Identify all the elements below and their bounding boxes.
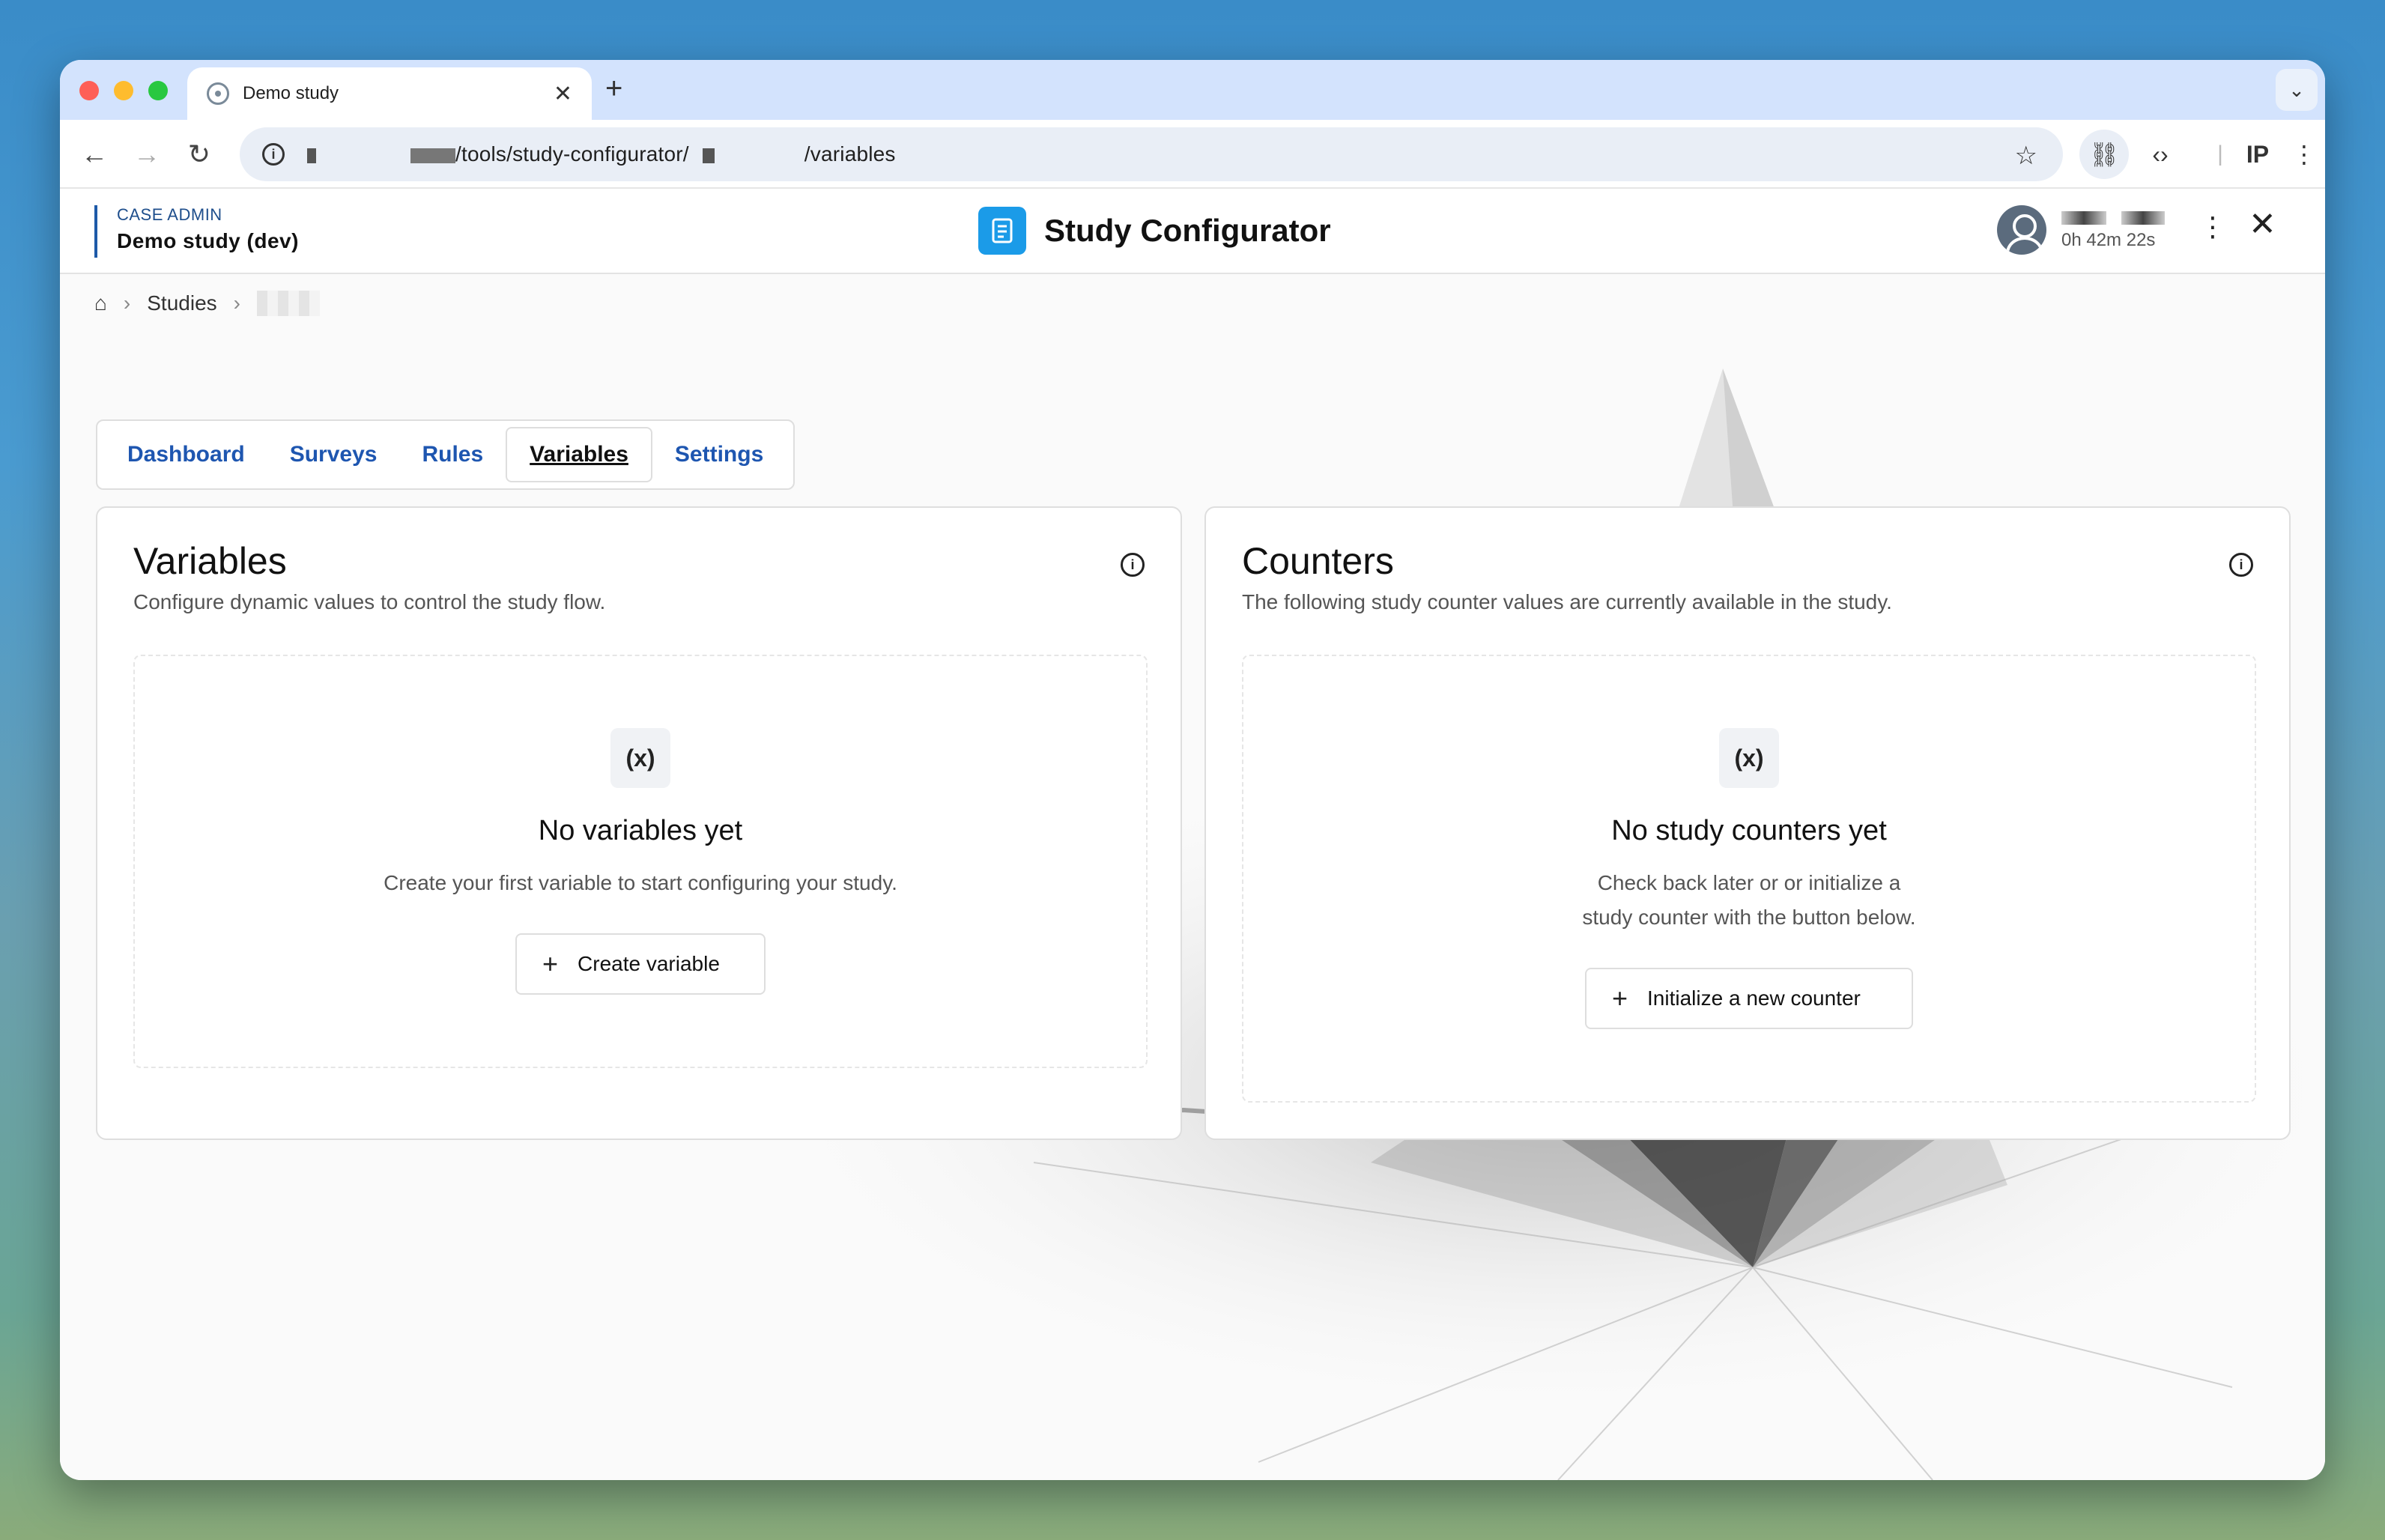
home-icon[interactable]: ⌂	[94, 291, 107, 315]
more-options-icon[interactable]: ⋮	[2199, 211, 2226, 243]
address-bar[interactable]: i /tools/study-configurator//variables ☆	[240, 127, 2063, 181]
empty-title: No study counters yet	[1611, 815, 1887, 846]
session-timer: 0h 42m 22s	[2061, 230, 2156, 250]
role-label: CASE ADMIN	[117, 205, 222, 224]
counters-title: Counters	[1242, 540, 1394, 582]
breadcrumb: ⌂ › Studies ›	[94, 291, 320, 316]
empty-title: No variables yet	[538, 815, 743, 846]
plus-icon: +	[1612, 983, 1628, 1013]
extension-icon[interactable]: IP	[2238, 135, 2277, 174]
empty-text: Create your first variable to start conf…	[384, 871, 897, 894]
tab-surveys[interactable]: Surveys	[267, 428, 400, 481]
toolbar-divider: |	[2217, 142, 2223, 166]
close-window-button[interactable]	[79, 81, 99, 100]
url-text: /tools/study-configurator//variables	[307, 142, 896, 166]
initialize-counter-button[interactable]: + Initialize a new counter	[1585, 968, 1913, 1029]
button-label: Initialize a new counter	[1647, 986, 1861, 1010]
variable-icon: (x)	[610, 728, 670, 788]
tab-search-button[interactable]: ⌄	[2276, 69, 2318, 111]
breadcrumb-study-redacted[interactable]	[256, 291, 320, 316]
forward-button[interactable]: →	[127, 135, 166, 174]
user-name-redacted	[2061, 209, 2165, 227]
variables-title: Variables	[133, 540, 287, 582]
case-context: CASE ADMIN Demo study (dev)	[94, 205, 299, 258]
study-configurator-icon	[978, 207, 1026, 255]
bookmark-star-icon[interactable]: ☆	[2015, 141, 2037, 171]
variables-description: Configure dynamic values to control the …	[133, 590, 606, 613]
empty-text-line: study counter with the button below.	[1582, 906, 1916, 929]
tab-title: Demo study	[243, 83, 339, 103]
tab-dashboard[interactable]: Dashboard	[105, 428, 267, 481]
browser-menu-icon[interactable]: ⋮	[2285, 135, 2324, 174]
chevron-right-icon: ›	[233, 291, 240, 315]
minimize-window-button[interactable]	[114, 81, 133, 100]
reload-button[interactable]: ↻	[180, 135, 219, 174]
app-brand: Study Configurator	[978, 207, 1331, 255]
avatar[interactable]	[1997, 205, 2046, 255]
back-button[interactable]: ←	[75, 135, 114, 174]
plus-icon: +	[542, 948, 559, 979]
user-info: 0h 42m 22s	[2061, 209, 2165, 251]
app-header: CASE ADMIN Demo study (dev) Study Config…	[60, 189, 2325, 274]
close-icon[interactable]: ✕	[2249, 205, 2276, 243]
counters-card: Counters The following study counter val…	[1204, 506, 2291, 1140]
browser-tab[interactable]: Demo study ✕	[187, 67, 592, 120]
info-icon[interactable]: i	[1121, 553, 1145, 577]
site-info-icon[interactable]: i	[262, 143, 285, 166]
app-area: CASE ADMIN Demo study (dev) Study Config…	[60, 189, 2325, 1480]
browser-window: Demo study ✕ + ⌄ ← → ↻ i /tools/study-co…	[60, 60, 2325, 1480]
link-icon[interactable]: ⛓	[2079, 130, 2129, 179]
tab-rules[interactable]: Rules	[399, 428, 506, 481]
section-tabs: Dashboard Surveys Rules Variables Settin…	[96, 419, 795, 490]
close-tab-icon[interactable]: ✕	[554, 81, 572, 107]
empty-text: Check back later or or initialize a stud…	[1243, 866, 2255, 935]
code-icon[interactable]: ‹›	[2141, 135, 2180, 174]
create-variable-button[interactable]: + Create variable	[515, 933, 766, 995]
info-icon[interactable]: i	[2229, 553, 2253, 577]
new-tab-button[interactable]: +	[605, 72, 622, 106]
tab-variables[interactable]: Variables	[506, 427, 652, 482]
maximize-window-button[interactable]	[148, 81, 168, 100]
variables-empty-state: (x) No variables yet Create your first v…	[133, 655, 1148, 1068]
variables-card: Variables Configure dynamic values to co…	[96, 506, 1182, 1140]
counters-empty-state: (x) No study counters yet Check back lat…	[1242, 655, 2256, 1103]
empty-text-line: Check back later or or initialize a	[1597, 871, 1901, 894]
button-label: Create variable	[578, 952, 720, 975]
counters-description: The following study counter values are c…	[1242, 590, 1892, 613]
chevron-right-icon: ›	[123, 291, 131, 315]
favicon-icon	[207, 82, 229, 105]
app-title: Study Configurator	[1044, 213, 1331, 248]
tab-strip: Demo study ✕ + ⌄	[60, 60, 2325, 120]
tab-settings[interactable]: Settings	[652, 428, 786, 481]
breadcrumb-studies[interactable]: Studies	[147, 291, 216, 315]
variable-icon: (x)	[1719, 728, 1779, 788]
user-profile[interactable]: 0h 42m 22s	[1997, 205, 2165, 255]
study-name: Demo study (dev)	[117, 229, 299, 252]
browser-toolbar: ← → ↻ i /tools/study-configurator//varia…	[60, 120, 2325, 189]
